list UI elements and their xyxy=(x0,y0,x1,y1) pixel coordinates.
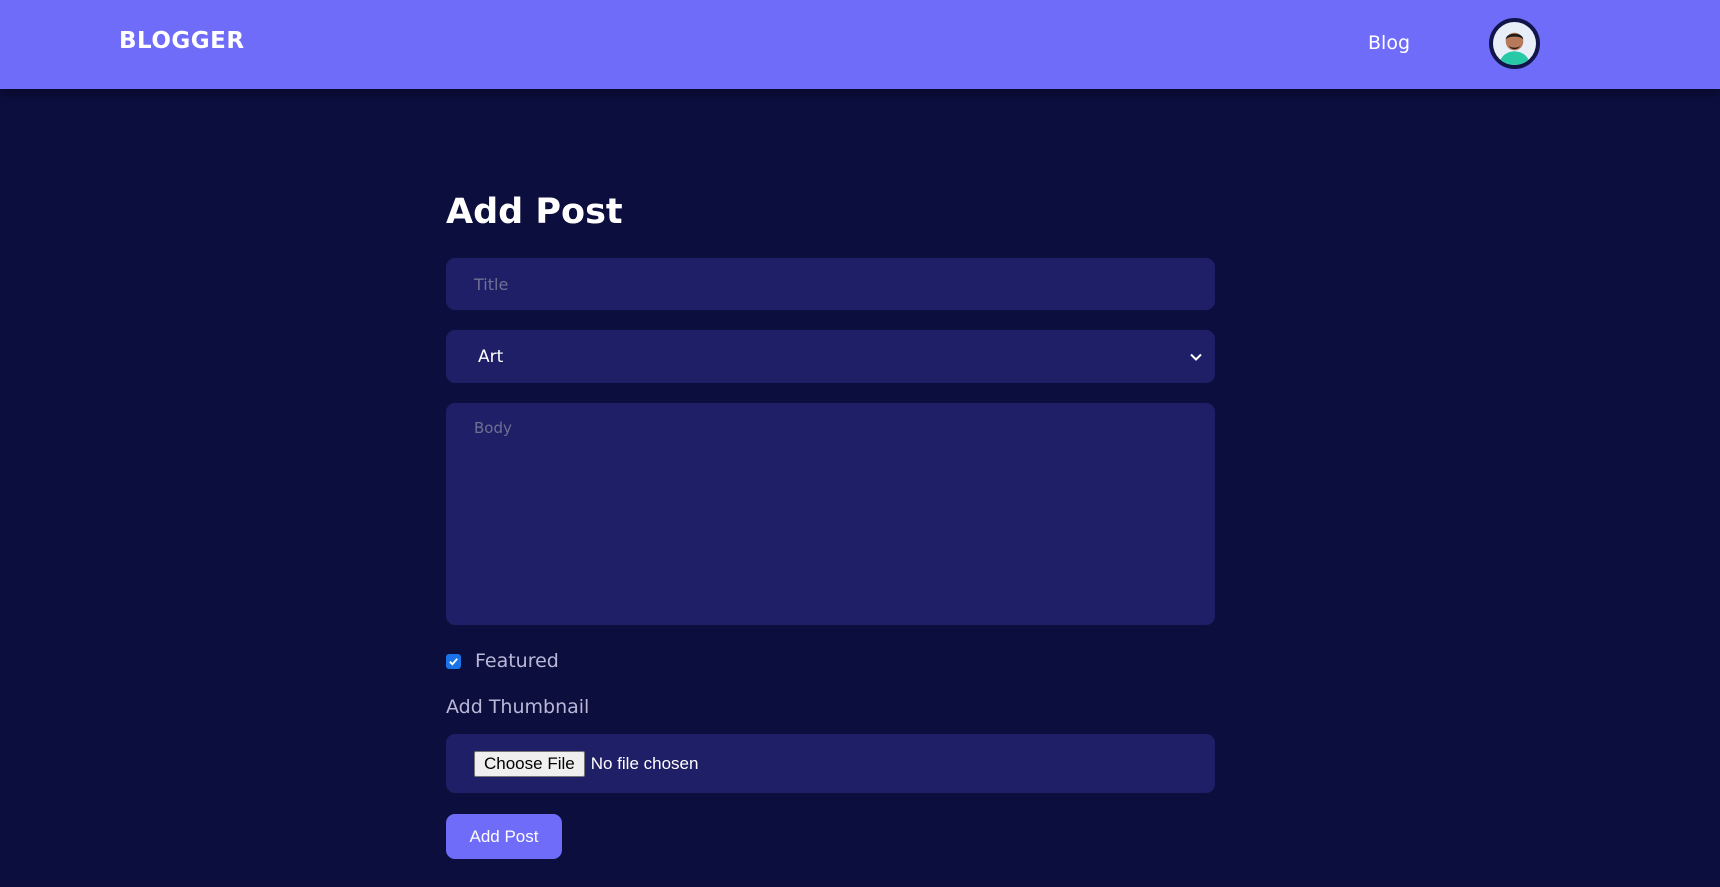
add-post-button[interactable]: Add Post xyxy=(446,814,562,859)
category-select[interactable]: Art xyxy=(446,330,1215,383)
top-navbar: BLOGGER Blog xyxy=(0,0,1720,89)
chevron-down-icon xyxy=(1190,353,1202,361)
avatar-image xyxy=(1493,22,1536,65)
featured-label: Featured xyxy=(475,650,559,672)
featured-row: Featured xyxy=(446,650,559,672)
thumbnail-label: Add Thumbnail xyxy=(446,696,590,718)
title-input[interactable] xyxy=(446,258,1215,310)
body-textarea[interactable] xyxy=(446,403,1215,625)
checkmark-icon xyxy=(449,657,458,666)
file-status-text: No file chosen xyxy=(590,753,699,773)
category-selected-value: Art xyxy=(478,346,504,367)
featured-checkbox[interactable] xyxy=(446,653,461,669)
thumbnail-file-input: Choose File No file chosen xyxy=(446,734,1215,793)
user-avatar-icon[interactable] xyxy=(1489,18,1540,69)
page-title: Add Post xyxy=(446,192,623,232)
choose-file-button[interactable]: Choose File xyxy=(474,750,585,777)
brand-logo[interactable]: BLOGGER xyxy=(119,28,245,54)
nav-link-blog[interactable]: Blog xyxy=(1368,32,1410,54)
